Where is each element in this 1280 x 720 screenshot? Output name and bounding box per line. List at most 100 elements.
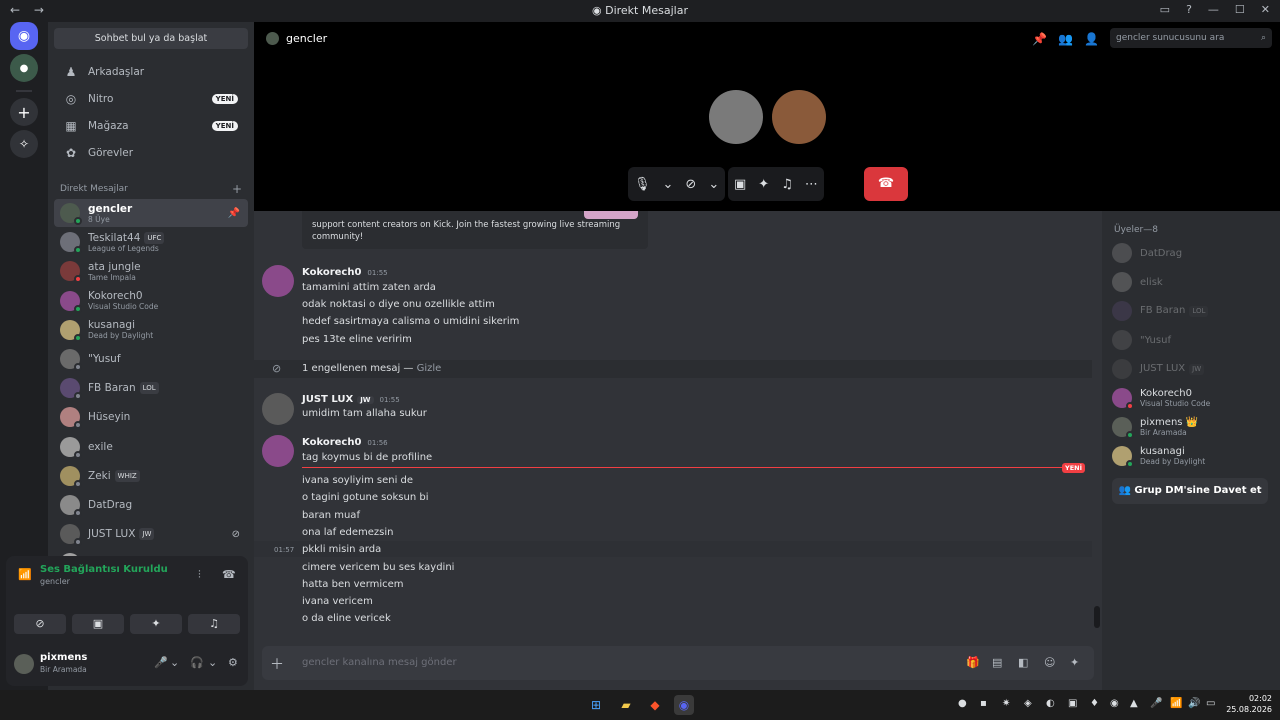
activities-icon[interactable]: ✦: [758, 177, 769, 192]
avatar[interactable]: [262, 435, 294, 467]
invite-to-group-button[interactable]: 👥 Grup DM'sine Davet et: [1112, 478, 1268, 504]
sticker-icon[interactable]: ◧: [1018, 656, 1028, 669]
nav-item-arkadaşlar[interactable]: ♟ Arkadaşlar: [54, 60, 248, 84]
inbox-icon[interactable]: ▭: [1160, 3, 1170, 16]
dm-item[interactable]: DatDrag: [54, 491, 248, 519]
hide-link[interactable]: Gizle: [417, 363, 442, 374]
dm-item[interactable]: "Yusuf: [54, 345, 248, 373]
embed-thumbnail[interactable]: [584, 211, 638, 219]
wifi-icon[interactable]: 📶: [1170, 698, 1182, 709]
member-item[interactable]: DatDrag: [1112, 241, 1276, 265]
tray-icon[interactable]: ◈: [1024, 698, 1032, 709]
pin-icon[interactable]: 📌: [1032, 32, 1047, 46]
explore-icon[interactable]: ✧: [10, 130, 38, 158]
add-friend-icon[interactable]: 👥: [1058, 32, 1073, 46]
dm-item[interactable]: Hüseyin: [54, 403, 248, 431]
noise-suppression-icon[interactable]: ⫶: [198, 568, 201, 582]
message-input[interactable]: ＋ gencler kanalına mesaj gönder 🎁 ▤ ◧ ☺ …: [262, 646, 1094, 680]
add-server-icon[interactable]: +: [10, 98, 38, 126]
tray-icon[interactable]: ◉: [1110, 698, 1119, 709]
screen-share-button[interactable]: ▣: [72, 614, 124, 634]
soundboard-icon[interactable]: ♫: [781, 177, 793, 192]
attach-icon[interactable]: ＋: [270, 654, 284, 674]
chevron-down-icon[interactable]: ⌄: [170, 656, 179, 669]
more-icon[interactable]: ⋯: [805, 177, 818, 192]
disconnect-icon[interactable]: ☎: [222, 568, 236, 581]
blocked-icon[interactable]: ⊘: [232, 529, 240, 540]
dm-item[interactable]: gencler 8 Üye 📌: [54, 199, 248, 227]
voice-status[interactable]: Ses Bağlantısı Kuruldu: [40, 564, 168, 575]
screen-share-icon[interactable]: ▣: [734, 177, 746, 192]
member-item[interactable]: JUST LUX JW: [1112, 357, 1276, 381]
nav-item-mağaza[interactable]: ▦ Mağaza YENİ: [54, 114, 248, 138]
close-icon[interactable]: ✕: [1261, 3, 1270, 16]
gear-icon[interactable]: ⚙: [228, 656, 238, 669]
create-dm-icon[interactable]: +: [232, 182, 242, 196]
member-item[interactable]: pixmens 👑 Bir Aramada: [1112, 415, 1276, 439]
avatar[interactable]: [262, 265, 294, 297]
dm-item[interactable]: FB Baran LOL: [54, 374, 248, 402]
participant-avatar[interactable]: [772, 90, 826, 144]
gift-icon[interactable]: 🎁: [966, 656, 980, 669]
dm-item[interactable]: JUST LUX JW ⊘: [54, 520, 248, 548]
minimize-icon[interactable]: —: [1208, 3, 1219, 16]
server-icon[interactable]: ●: [10, 54, 38, 82]
camera-off-button[interactable]: ⊘: [14, 614, 66, 634]
chevron-down-icon[interactable]: ⌄: [663, 177, 674, 192]
link-embed[interactable]: support content creators on Kick. Join t…: [302, 211, 648, 249]
dm-item[interactable]: ata jungle Tame Impala: [54, 257, 248, 285]
maximize-icon[interactable]: ☐: [1235, 3, 1245, 16]
hang-up-button[interactable]: ☎: [864, 167, 908, 201]
dm-item[interactable]: Zeki WHIZ: [54, 462, 248, 490]
tray-icon[interactable]: ▣: [1068, 698, 1077, 709]
scrollbar[interactable]: [1094, 606, 1100, 628]
windows-start-icon[interactable]: ⊞: [586, 695, 606, 715]
member-list-icon[interactable]: 👤: [1084, 32, 1099, 46]
activities-button[interactable]: ✦: [130, 614, 182, 634]
avatar[interactable]: [262, 393, 294, 425]
member-item[interactable]: "Yusuf: [1112, 328, 1276, 352]
tray-icon[interactable]: ▲: [1130, 698, 1138, 709]
microphone-icon[interactable]: 🎤: [154, 656, 168, 669]
tray-icon[interactable]: ✷: [1002, 698, 1010, 709]
chevron-down-icon[interactable]: ⌄: [208, 656, 217, 669]
member-item[interactable]: Kokorech0 Visual Studio Code: [1112, 386, 1276, 410]
clock[interactable]: 02:02 25.08.2026: [1226, 693, 1272, 715]
signal-icon[interactable]: 📶: [18, 568, 32, 581]
nav-item-görevler[interactable]: ✿ Görevler: [54, 141, 248, 165]
tray-icon[interactable]: ●: [958, 698, 967, 709]
gif-icon[interactable]: ▤: [992, 656, 1002, 669]
member-item[interactable]: kusanagi Dead by Daylight: [1112, 444, 1276, 468]
volume-icon[interactable]: 🔊: [1188, 698, 1200, 709]
message-author[interactable]: JUST LUX JW 01:55: [302, 394, 400, 405]
participant-avatar[interactable]: [709, 90, 763, 144]
soundboard-button[interactable]: ♫: [188, 614, 240, 634]
dm-item[interactable]: kusanagi Dead by Daylight: [54, 316, 248, 344]
dm-item[interactable]: Teskilat44 UFC League of Legends: [54, 228, 248, 256]
tray-icon[interactable]: ◐: [1046, 698, 1055, 709]
username[interactable]: pixmens: [40, 652, 87, 663]
tray-icon[interactable]: ♦: [1090, 698, 1099, 709]
nav-item-nitro[interactable]: ◎ Nitro YENİ: [54, 87, 248, 111]
camera-off-icon[interactable]: ⊘: [685, 177, 696, 192]
message-author[interactable]: Kokorech0 01:56: [302, 437, 388, 448]
headphones-icon[interactable]: 🎧: [190, 656, 204, 669]
dm-item[interactable]: Kokorech0 Visual Studio Code: [54, 287, 248, 315]
voice-channel[interactable]: gencler: [40, 577, 70, 586]
microphone-icon[interactable]: 🎤: [1150, 698, 1162, 709]
microphone-icon[interactable]: 🎙: [634, 177, 651, 192]
help-icon[interactable]: ?: [1186, 3, 1192, 16]
find-conversation-button[interactable]: Sohbet bul ya da başlat: [54, 28, 248, 49]
member-item[interactable]: elisk: [1112, 270, 1276, 294]
discord-home-icon[interactable]: ◉: [10, 22, 38, 50]
message-author[interactable]: Kokorech0 01:55: [302, 267, 388, 278]
pin-icon[interactable]: 📌: [228, 208, 240, 219]
apps-icon[interactable]: ✦: [1070, 656, 1079, 669]
dm-item[interactable]: exile: [54, 433, 248, 461]
tray-icon[interactable]: ▪: [980, 698, 987, 709]
battery-icon[interactable]: ▭: [1206, 698, 1215, 709]
discord-taskbar-icon[interactable]: ◉: [674, 695, 694, 715]
member-item[interactable]: FB Baran LOL: [1112, 299, 1276, 323]
avatar[interactable]: [14, 654, 34, 674]
file-explorer-icon[interactable]: ▰: [616, 695, 636, 715]
